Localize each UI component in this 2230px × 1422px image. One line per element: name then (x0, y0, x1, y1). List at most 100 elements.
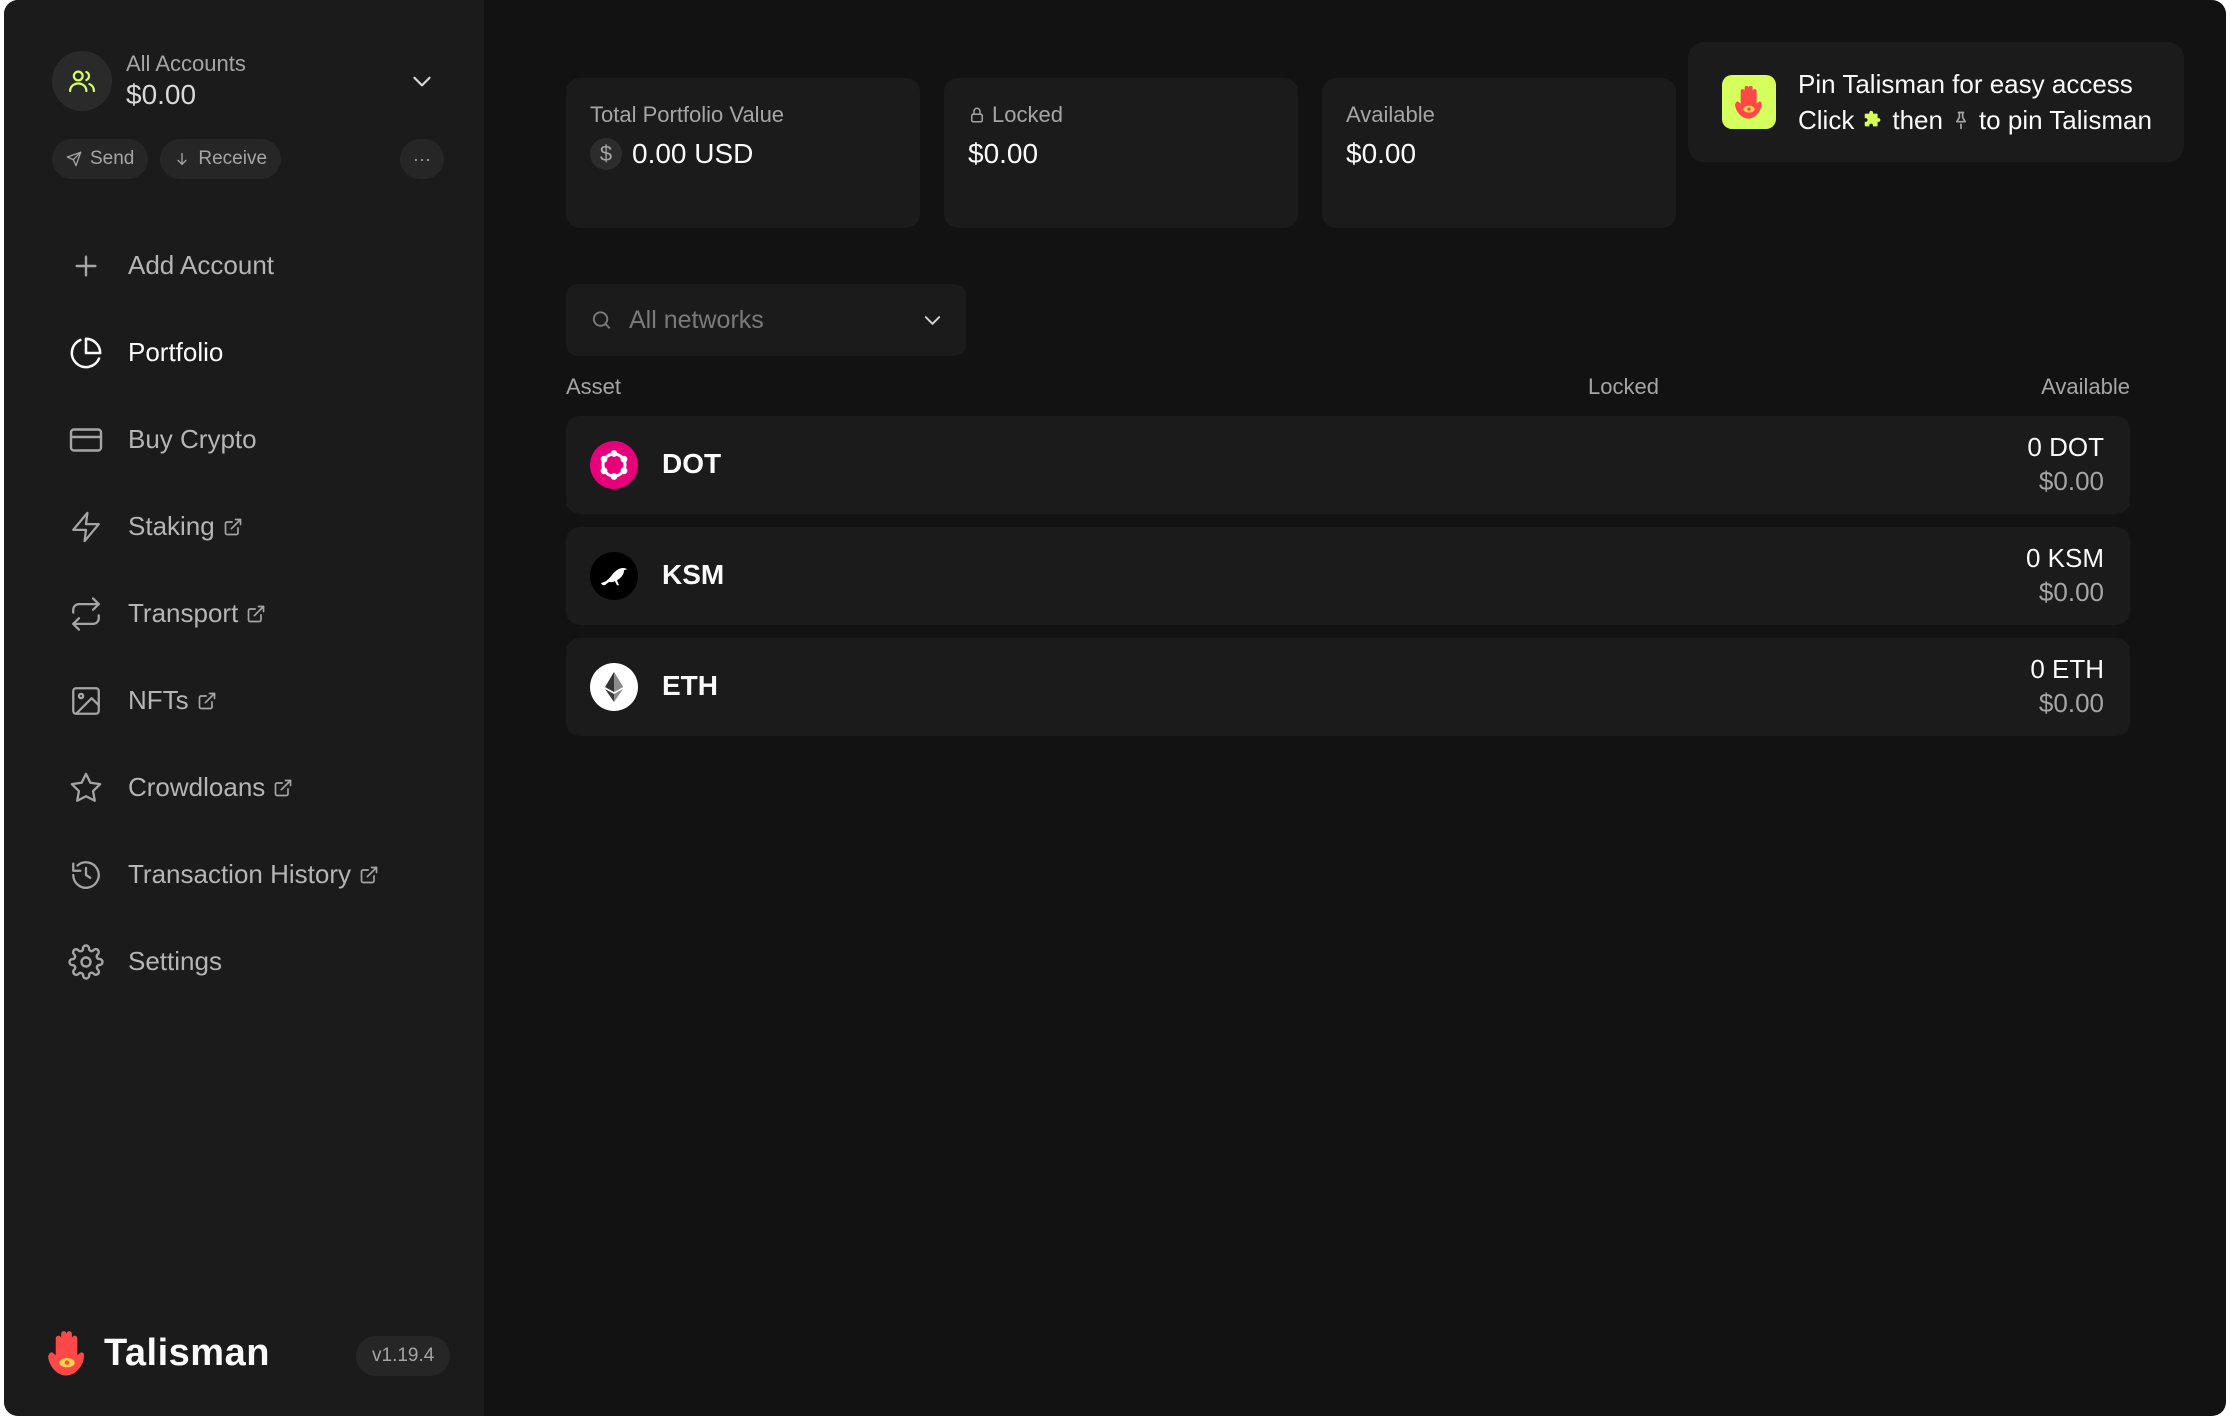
total-portfolio-card: Total Portfolio Value $ 0.00 USD (566, 78, 920, 228)
sidebar-item-label: Crowdloans (128, 772, 266, 802)
repeat-icon (64, 592, 108, 636)
network-search-input[interactable] (627, 304, 921, 336)
app-window: All Accounts $0.00 Send Receive ··· Add … (4, 0, 2226, 1416)
polkadot-icon (590, 441, 638, 489)
asset-token-amount: 0 KSM (2025, 543, 2104, 573)
asset-row-ksm[interactable]: KSM 0 KSM $0.00 (566, 527, 2130, 625)
brand-name: Talisman (104, 1331, 270, 1374)
available-value: $0.00 (1346, 138, 1417, 169)
receive-label: Receive (198, 148, 268, 169)
account-name: All Accounts (126, 51, 246, 76)
sidebar-nav: Add Account Portfolio Buy Crypto Staking (64, 222, 464, 1005)
external-link-icon (273, 778, 293, 798)
sidebar-item-nfts[interactable]: NFTs (64, 657, 464, 744)
dollar-icon: $ (590, 138, 622, 170)
locked-label-row: Locked (968, 102, 1063, 128)
version-badge: v1.19.4 (356, 1336, 451, 1376)
account-balance: $0.00 (126, 79, 197, 110)
brand: Talisman (40, 1326, 270, 1380)
chevron-down-icon[interactable] (921, 307, 944, 333)
sidebar-item-add-account[interactable]: Add Account (64, 222, 464, 309)
sidebar: All Accounts $0.00 Send Receive ··· Add … (4, 0, 484, 1416)
sidebar-item-settings[interactable]: Settings (64, 918, 464, 1005)
pin-icon (1955, 111, 1966, 130)
sidebar-item-buy-crypto[interactable]: Buy Crypto (64, 396, 464, 483)
arrow-down-icon (177, 153, 188, 165)
sidebar-item-transaction-history[interactable]: Transaction History (64, 831, 464, 918)
pin-tip-then: then (1892, 105, 1943, 135)
external-link-icon (223, 517, 243, 537)
main-content: Total Portfolio Value $ 0.00 USD Locked … (484, 0, 2226, 1416)
talisman-logo-icon (1722, 75, 1776, 129)
sidebar-item-label: Add Account (128, 250, 274, 280)
network-filter[interactable] (566, 284, 966, 356)
asset-fiat-amount: $0.00 (2038, 577, 2104, 607)
pin-tip-line1: Pin Talisman for easy access (1798, 69, 2133, 99)
pin-tip-line2: Click then to pin Talisman (1798, 102, 2152, 138)
image-icon (64, 679, 108, 723)
asset-token-amount: 0 DOT (2027, 432, 2104, 462)
send-label: Send (90, 148, 135, 169)
locked-value: $0.00 (968, 138, 1039, 169)
zap-icon (64, 505, 108, 549)
receive-button[interactable]: Receive (160, 139, 282, 179)
locked-label: Locked (992, 102, 1063, 127)
external-link-icon (246, 604, 266, 624)
asset-symbol: DOT (662, 448, 722, 479)
asset-fiat-amount: $0.00 (2038, 466, 2104, 496)
asset-table-header: Asset Locked Available (566, 374, 2130, 404)
sidebar-item-label: NFTs (128, 685, 189, 715)
available-label: Available (1346, 102, 1435, 127)
accounts-icon (52, 51, 112, 111)
puzzle-icon (1865, 110, 1881, 127)
locked-card: Locked $0.00 (944, 78, 1298, 228)
pie-chart-icon (64, 331, 108, 375)
column-header-asset: Asset (566, 374, 622, 399)
asset-symbol: ETH (662, 670, 718, 701)
pin-tip-text: Pin Talisman for easy access Click then … (1798, 66, 2152, 138)
sidebar-item-portfolio[interactable]: Portfolio (64, 309, 464, 396)
star-icon (64, 766, 108, 810)
total-portfolio-value: 0.00 USD (632, 138, 754, 169)
search-icon (592, 311, 611, 329)
external-link-icon (197, 691, 217, 711)
asset-fiat-amount: $0.00 (2038, 688, 2104, 718)
send-button[interactable]: Send (52, 139, 149, 179)
sidebar-item-crowdloans[interactable]: Crowdloans (64, 744, 464, 831)
total-portfolio-value-row: $ 0.00 USD (590, 138, 753, 170)
pin-tip-click: Click (1798, 105, 1855, 135)
more-icon: ··· (413, 148, 431, 169)
asset-available: 0 KSM $0.00 (2026, 541, 2104, 609)
account-actions: Send Receive ··· (52, 138, 444, 180)
sidebar-item-label: Transport (128, 598, 239, 628)
talisman-hand-logo (48, 1331, 85, 1376)
ethereum-icon (590, 663, 638, 711)
sidebar-item-label: Portfolio (128, 337, 224, 367)
asset-row-dot[interactable]: DOT 0 DOT $0.00 (566, 416, 2130, 514)
asset-symbol: KSM (662, 559, 725, 590)
available-card: Available $0.00 (1322, 78, 1676, 228)
sidebar-item-label: Settings (128, 946, 222, 976)
column-header-locked: Locked (1588, 374, 1659, 399)
asset-available: 0 ETH $0.00 (2030, 652, 2104, 720)
asset-available: 0 DOT $0.00 (2027, 430, 2104, 498)
total-portfolio-label: Total Portfolio Value (590, 102, 785, 127)
kusama-bird-icon (590, 552, 638, 600)
asset-token-amount: 0 ETH (2030, 654, 2104, 684)
pin-talisman-tip: Pin Talisman for easy access Click then … (1688, 42, 2184, 162)
settings-icon (64, 940, 108, 984)
credit-card-icon (64, 418, 108, 462)
sidebar-item-staking[interactable]: Staking (64, 483, 464, 570)
history-icon (64, 853, 108, 897)
more-options-button[interactable]: ··· (400, 139, 444, 179)
account-selector[interactable]: All Accounts $0.00 (52, 46, 442, 116)
external-link-icon (359, 865, 379, 885)
send-icon (66, 151, 82, 167)
sidebar-item-transport[interactable]: Transport (64, 570, 464, 657)
pin-tip-end: to pin Talisman (1978, 105, 2152, 135)
column-header-available: Available (2041, 374, 2130, 399)
chevron-down-icon[interactable] (402, 61, 442, 101)
sidebar-item-label: Staking (128, 511, 215, 541)
sidebar-item-label: Transaction History (128, 859, 351, 889)
asset-row-eth[interactable]: ETH 0 ETH $0.00 (566, 638, 2130, 736)
